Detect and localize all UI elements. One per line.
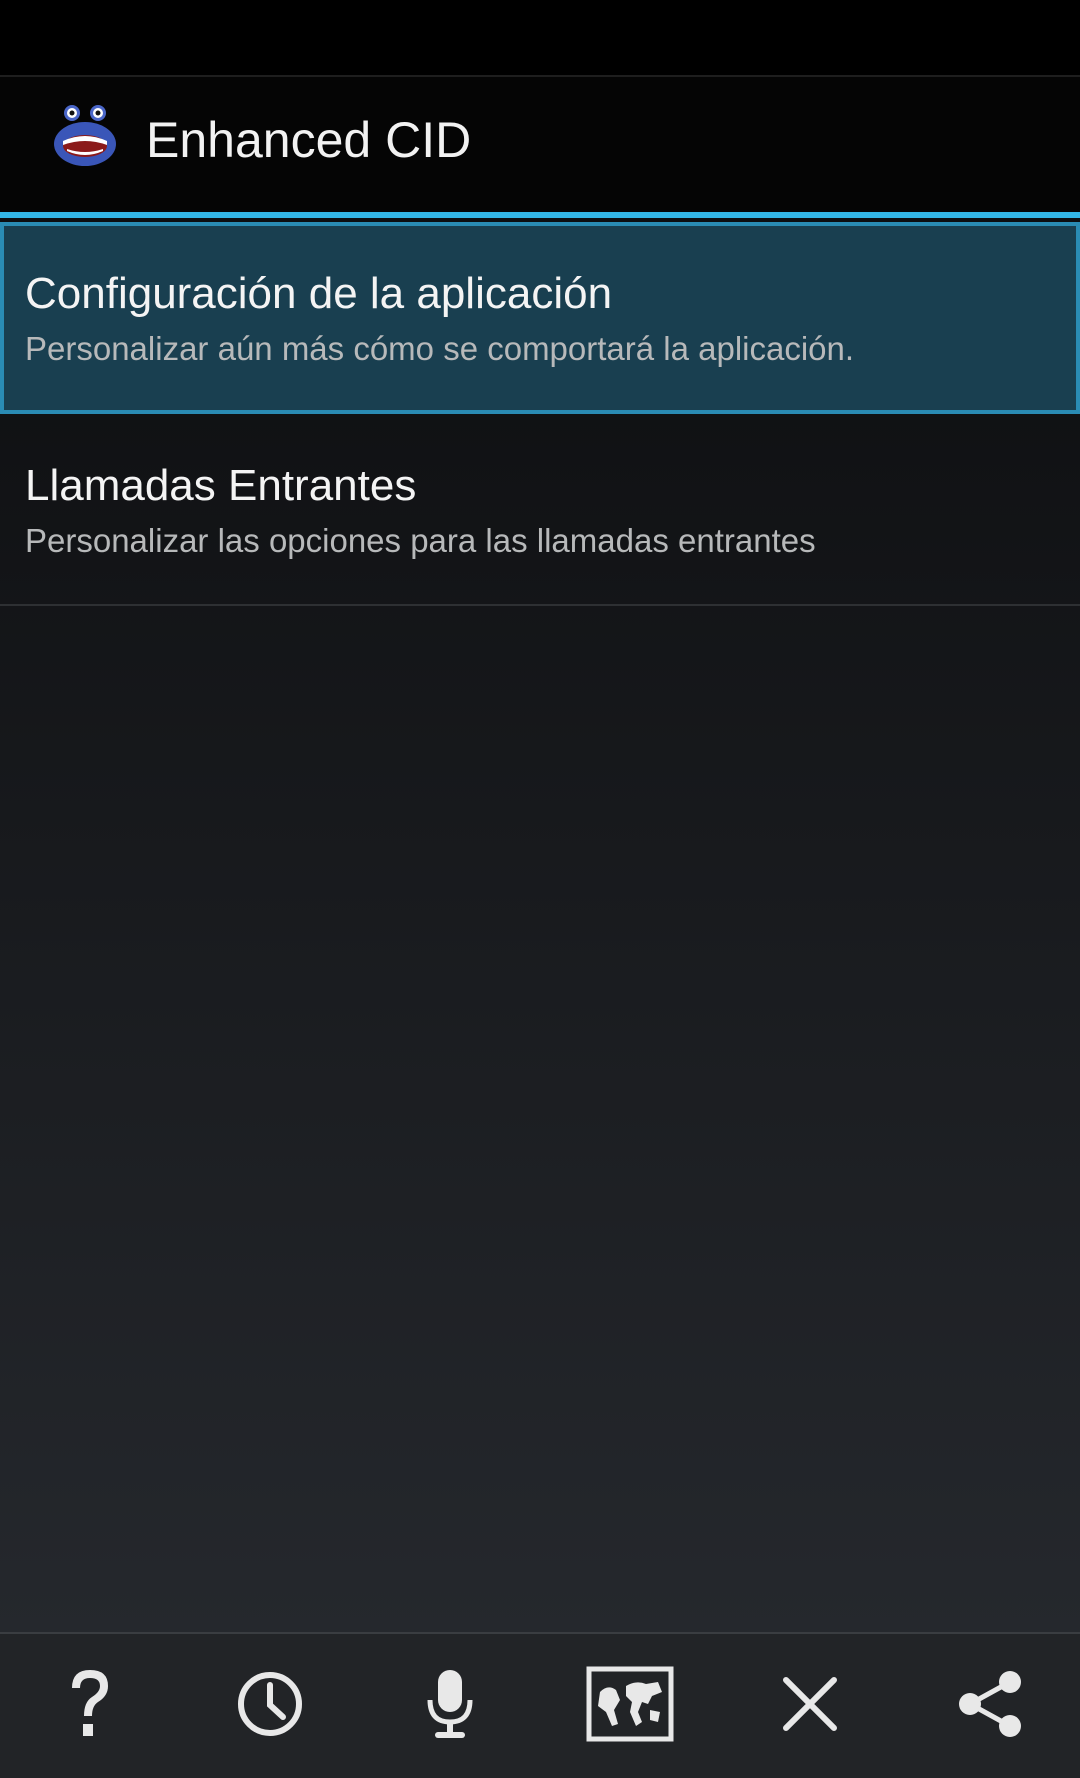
app-title: Enhanced CID [146, 112, 472, 168]
close-icon [780, 1674, 840, 1734]
action-bar: Enhanced CID [0, 77, 1080, 212]
world-map-icon [586, 1666, 674, 1742]
preference-title: Configuración de la aplicación [25, 269, 613, 318]
enhanced-cid-face-icon [52, 103, 118, 169]
history-button[interactable] [215, 1654, 325, 1754]
close-button[interactable] [755, 1654, 865, 1754]
map-button[interactable] [575, 1654, 685, 1754]
bottom-toolbar [0, 1632, 1080, 1778]
clock-icon [235, 1669, 305, 1739]
preference-item-app-settings[interactable]: Configuración de la aplicación Personali… [0, 222, 1080, 414]
preference-summary: Personalizar aún más cómo se comportará … [25, 330, 855, 367]
microphone-icon [425, 1668, 475, 1740]
share-icon [954, 1668, 1026, 1740]
help-icon [60, 1664, 120, 1744]
preference-item-incoming-calls[interactable]: Llamadas Entrantes Personalizar las opci… [0, 414, 1080, 606]
preference-list: Configuración de la aplicación Personali… [0, 218, 1080, 1632]
preference-title: Llamadas Entrantes [25, 461, 417, 510]
voice-button[interactable] [395, 1654, 505, 1754]
preference-summary: Personalizar las opciones para las llama… [25, 522, 816, 559]
help-button[interactable] [35, 1654, 145, 1754]
share-button[interactable] [935, 1654, 1045, 1754]
status-bar [0, 0, 1080, 77]
